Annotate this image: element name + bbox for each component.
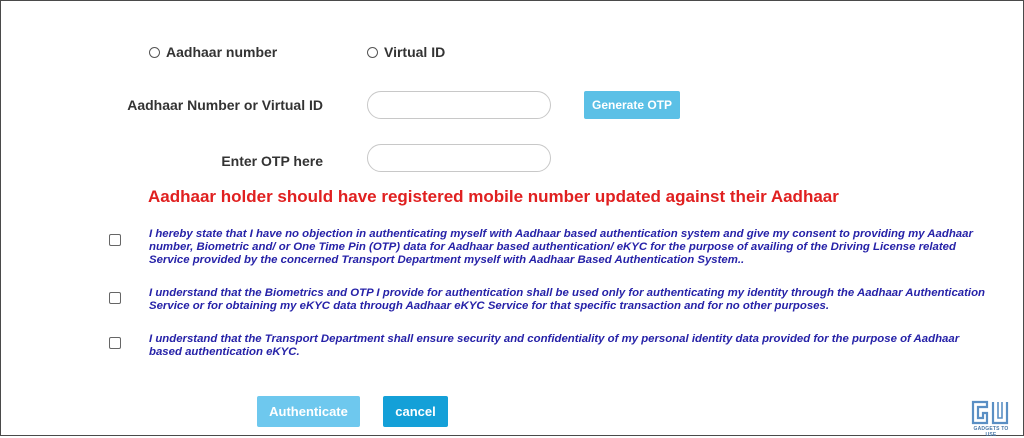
radio-aadhaar-number-option[interactable]: Aadhaar number [149, 44, 277, 60]
gadgets-to-use-watermark: GADGETS TO USE [969, 399, 1013, 438]
radio-aadhaar-number-label: Aadhaar number [166, 44, 278, 60]
authenticate-button[interactable]: Authenticate [257, 396, 360, 427]
consent-item-3: I understand that the Transport Departme… [109, 333, 989, 359]
consent-text-1: I hereby state that I have no objection … [149, 228, 973, 266]
consent-checkbox-1[interactable] [109, 234, 121, 246]
aadhaar-or-vid-input[interactable] [367, 91, 551, 119]
consent-text-3: I understand that the Transport Departme… [149, 333, 960, 358]
radio-virtual-id-label: Virtual ID [384, 44, 446, 60]
consent-checkbox-3[interactable] [109, 337, 121, 349]
consent-item-1: I hereby state that I have no objection … [109, 228, 989, 267]
radio-virtual-id-option[interactable]: Virtual ID [367, 44, 445, 60]
otp-field-label: Enter OTP here [221, 153, 323, 169]
watermark-logo-icon [971, 400, 1009, 425]
otp-input[interactable] [367, 144, 551, 172]
generate-otp-button[interactable]: Generate OTP [584, 91, 680, 119]
id-field-label: Aadhaar Number or Virtual ID [127, 97, 323, 113]
cancel-button[interactable]: cancel [383, 396, 448, 427]
mobile-registration-notice: Aadhaar holder should have registered mo… [148, 187, 839, 206]
radio-virtual-id[interactable] [367, 46, 378, 58]
aadhaar-auth-panel: Aadhaar number Virtual ID Aadhaar Number… [0, 0, 1024, 438]
watermark-tagline: GADGETS TO USE [973, 426, 1009, 438]
radio-aadhaar-number[interactable] [149, 46, 160, 58]
consent-item-2: I understand that the Biometrics and OTP… [109, 287, 989, 313]
consent-checkbox-2[interactable] [109, 292, 121, 304]
consent-text-2: I understand that the Biometrics and OTP… [149, 287, 986, 312]
